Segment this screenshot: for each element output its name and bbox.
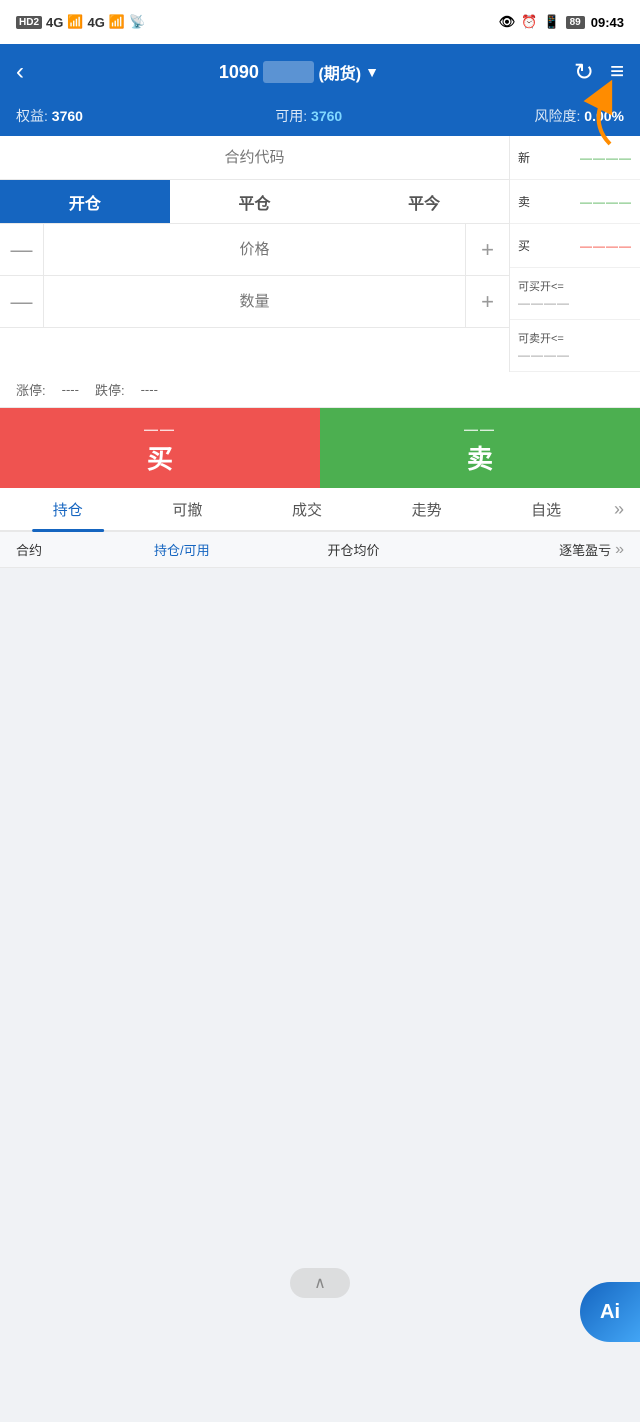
trading-left: 开仓 平仓 平今 — + — +	[0, 136, 510, 372]
nav-actions: ↻ ≡	[574, 58, 624, 87]
tab-trend[interactable]: 走势	[367, 489, 487, 530]
phone-icon: 📱	[543, 14, 559, 30]
account-number: 1090	[219, 62, 259, 83]
price-minus-button[interactable]: —	[0, 224, 44, 276]
quantity-row: — +	[0, 276, 509, 328]
sell-price-value: ————	[580, 195, 632, 209]
limit-sell-label: 可卖开<=	[518, 330, 632, 346]
price-row: — +	[0, 224, 509, 276]
available-item: 可用: 3760	[275, 106, 342, 126]
dropdown-icon[interactable]: ▼	[365, 64, 379, 80]
tab-open-position[interactable]: 开仓	[0, 180, 170, 223]
back-button[interactable]: ‹	[16, 60, 24, 84]
quantity-plus-button[interactable]: +	[465, 276, 509, 328]
tab-transactions[interactable]: 成交	[247, 489, 367, 530]
wifi-icon: 📡	[129, 14, 145, 30]
right-sell-row: 卖 ————	[510, 180, 640, 224]
top-nav: ‹ 1090 (期货) ▼ ↻ ≡	[0, 44, 640, 100]
equity-item: 权益: 3760	[16, 106, 83, 126]
equity-label: 权益:	[16, 108, 48, 124]
menu-button[interactable]: ≡	[610, 58, 624, 86]
limit-sell-value: ————	[518, 348, 632, 362]
minus-icon: —	[11, 237, 33, 263]
header-contract: 合约	[16, 540, 96, 559]
qty-plus-icon: +	[481, 289, 494, 315]
tab-watchlist[interactable]: 自选	[486, 489, 606, 530]
buy-button[interactable]: —— 买	[0, 408, 320, 488]
sell-dashes: ——	[464, 421, 496, 437]
right-buy-row: 买 ————	[510, 224, 640, 268]
rise-limit-label: 涨停:	[16, 380, 46, 399]
header-pnl: 逐笔盈亏	[439, 540, 611, 559]
buy-dashes: ——	[144, 421, 176, 437]
rise-limit-value: ----	[62, 382, 79, 397]
available-value: 3760	[311, 108, 342, 124]
content-area: ∧	[0, 568, 640, 1318]
tab-close-today[interactable]: 平今	[339, 180, 509, 223]
status-left: HD2 4G 📶 4G 📶 📡	[16, 14, 145, 30]
battery-level: 89	[566, 16, 585, 29]
tab-close-position[interactable]: 平仓	[170, 180, 340, 223]
signal-bars-2: 📶	[109, 14, 125, 30]
refresh-button[interactable]: ↻	[574, 58, 594, 87]
limit-buy-row: 可买开<= ————	[510, 268, 640, 320]
risk-value: 0.00%	[584, 108, 624, 124]
account-bar: 权益: 3760 可用: 3760 风险度: 0.00%	[0, 100, 640, 136]
limit-info-bar: 涨停: ---- 跌停: ----	[0, 372, 640, 408]
tab-holding[interactable]: 持仓	[8, 489, 128, 530]
ai-badge[interactable]: Ai	[580, 1282, 640, 1342]
contract-row	[0, 136, 509, 180]
buy-price-label: 买	[518, 237, 530, 254]
fall-limit-value: ----	[141, 382, 158, 397]
account-suffix: (期货)	[318, 60, 361, 84]
status-right: 👁 ⏰ 📱 89 09:43	[499, 14, 624, 30]
new-value: ————	[580, 151, 632, 165]
equity-value: 3760	[52, 108, 83, 124]
signal-bars: 📶	[67, 14, 83, 30]
account-name-box	[263, 61, 315, 83]
trading-right: 新 ———— 卖 ———— 买 ———— 可买开<= ———— 可卖开<= ——…	[510, 136, 640, 372]
status-bar: HD2 4G 📶 4G 📶 📡 👁 ⏰ 📱 89 09:43	[0, 0, 640, 44]
new-label: 新	[518, 149, 530, 166]
risk-item: 风险度: 0.00%	[535, 106, 624, 126]
sell-price-label: 卖	[518, 193, 530, 210]
network-signal: 4G	[46, 15, 63, 30]
header-holding: 持仓/可用	[96, 540, 268, 559]
hd2-badge: HD2	[16, 16, 42, 29]
trade-tabs: 开仓 平仓 平今	[0, 180, 509, 224]
bottom-tabs: 持仓 可撤 成交 走势 自选 »	[0, 488, 640, 532]
alarm-icon: ⏰	[521, 14, 537, 30]
risk-label: 风险度:	[535, 108, 581, 124]
scroll-up-indicator[interactable]: ∧	[290, 1268, 350, 1298]
available-label: 可用:	[275, 108, 307, 124]
qty-minus-icon: —	[11, 289, 33, 315]
trading-panel: 开仓 平仓 平今 — + — + 新	[0, 136, 640, 372]
more-tabs-icon[interactable]: »	[606, 499, 632, 520]
price-input[interactable]	[44, 241, 465, 258]
quantity-input[interactable]	[44, 293, 465, 310]
header-avg-price: 开仓均价	[268, 540, 440, 559]
limit-buy-label: 可买开<=	[518, 278, 632, 294]
contract-input[interactable]	[0, 149, 509, 166]
quantity-minus-button[interactable]: —	[0, 276, 44, 328]
eye-icon: 👁	[499, 14, 516, 30]
sell-button[interactable]: —— 卖	[320, 408, 640, 488]
plus-icon: +	[481, 237, 494, 263]
right-new-row: 新 ————	[510, 136, 640, 180]
network-signal-2: 4G	[88, 15, 105, 30]
buy-price-value: ————	[580, 239, 632, 253]
nav-title: 1090 (期货) ▼	[219, 60, 379, 84]
ai-label: Ai	[600, 1301, 620, 1324]
limit-buy-value: ————	[518, 296, 632, 310]
tab-cancellable[interactable]: 可撤	[128, 489, 248, 530]
action-buttons: —— 买 —— 卖	[0, 408, 640, 488]
sell-label: 卖	[467, 439, 493, 476]
price-plus-button[interactable]: +	[465, 224, 509, 276]
table-header: 合约 持仓/可用 开仓均价 逐笔盈亏 »	[0, 532, 640, 568]
clock-time: 09:43	[591, 15, 624, 30]
header-more-icon[interactable]: »	[615, 541, 624, 559]
fall-limit-label: 跌停:	[95, 380, 125, 399]
limit-sell-row: 可卖开<= ————	[510, 320, 640, 372]
buy-label: 买	[147, 439, 173, 476]
